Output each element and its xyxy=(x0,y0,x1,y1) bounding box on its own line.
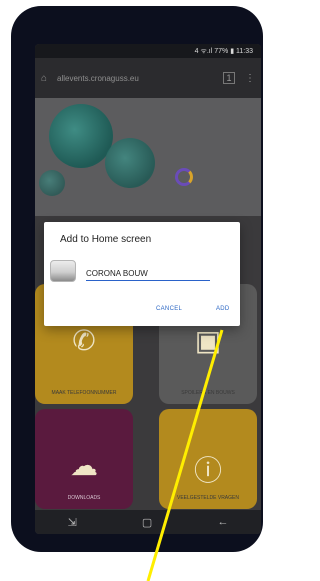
annotation-arrow-line xyxy=(146,329,224,581)
pointer-line xyxy=(146,329,224,581)
